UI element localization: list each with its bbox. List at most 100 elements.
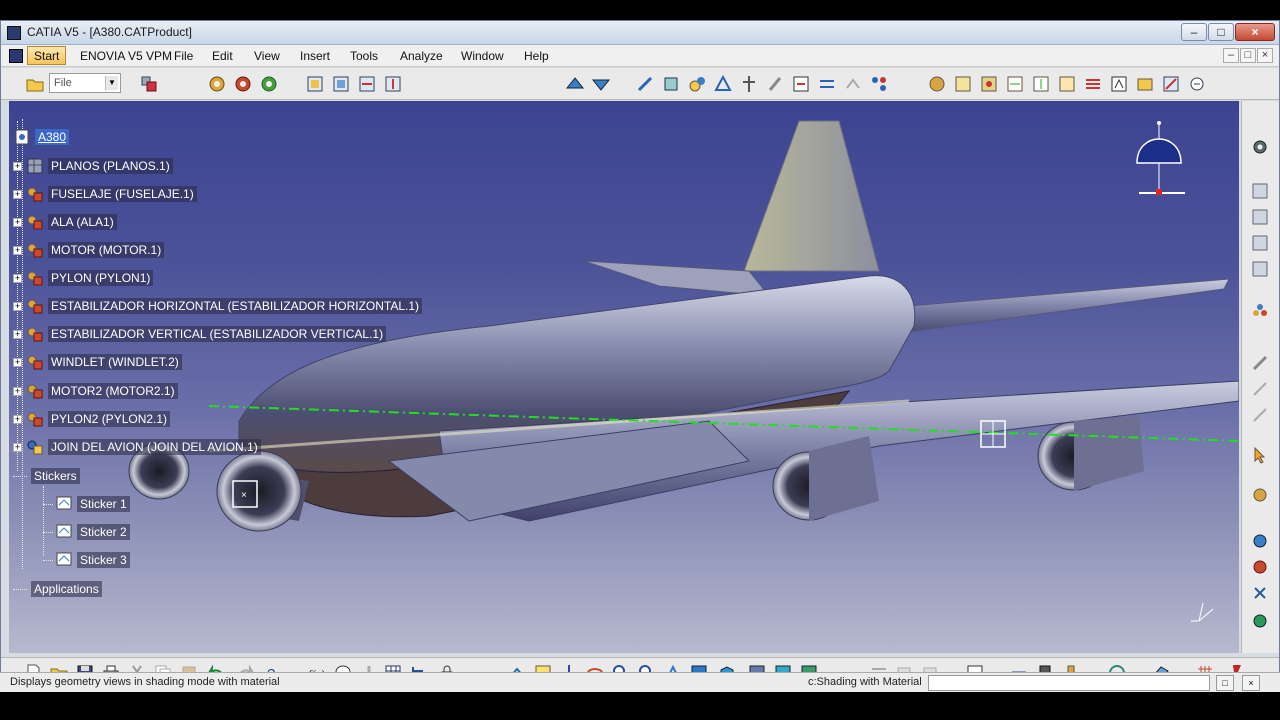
tree-node-label[interactable]: PYLON2 (PYLON2.1) [48, 411, 171, 427]
tree-node-label[interactable]: MOTOR2 (MOTOR2.1) [48, 383, 178, 399]
constraint-icon[interactable] [869, 74, 889, 94]
analysis-icon[interactable] [1250, 557, 1270, 577]
tree-node-sticker[interactable]: Sticker 2 [43, 522, 130, 542]
file-combo[interactable]: File ▼ [49, 73, 121, 93]
constraint-icon[interactable] [635, 74, 655, 94]
constraint-icon[interactable] [687, 74, 707, 94]
tree-node-label[interactable]: FUSELAJE (FUSELAJE.1) [48, 186, 197, 202]
expand-toggle[interactable]: + [13, 161, 22, 171]
expand-toggle[interactable]: + [13, 442, 22, 452]
analysis-icon[interactable] [1083, 74, 1103, 94]
analysis-icon[interactable] [1031, 74, 1051, 94]
open-folder-icon[interactable] [25, 74, 45, 94]
expand-toggle[interactable]: + [13, 245, 22, 255]
catia-logo-icon[interactable] [9, 49, 23, 63]
constraint-icon[interactable] [791, 74, 811, 94]
applications-label[interactable]: Applications [31, 581, 102, 597]
menu-analyze[interactable]: Analyze [400, 49, 443, 63]
menu-file[interactable]: File [174, 49, 193, 63]
menu-enovia[interactable]: ENOVIA V5 VPM [80, 49, 172, 63]
expand-toggle[interactable]: + [13, 301, 22, 311]
assembly-icon[interactable] [331, 74, 351, 94]
close-icon[interactable] [1250, 583, 1270, 603]
doc-restore-button[interactable]: □ [1240, 48, 1256, 63]
menu-help[interactable]: Help [524, 49, 549, 63]
close-button[interactable]: × [1235, 23, 1275, 41]
analysis-icon[interactable] [1250, 531, 1270, 551]
tree-root-label[interactable]: A380 [35, 129, 70, 145]
expand-toggle[interactable]: + [13, 357, 22, 367]
tree-node[interactable]: + PYLON2 (PYLON2.1) [13, 409, 171, 429]
product-icon[interactable] [139, 74, 159, 94]
status-button[interactable]: □ [1216, 675, 1234, 691]
menu-insert[interactable]: Insert [300, 49, 330, 63]
expand-toggle[interactable]: + [13, 414, 22, 424]
status-close-button[interactable]: × [1242, 675, 1260, 691]
analysis-icon[interactable] [953, 74, 973, 94]
constraint-icon[interactable] [817, 74, 837, 94]
measure-icon[interactable] [1250, 379, 1270, 399]
compass-icon[interactable] [1129, 121, 1189, 201]
tree-node[interactable]: + PYLON (PYLON1) [13, 268, 154, 288]
fly-icon[interactable] [565, 74, 585, 94]
analysis-icon[interactable] [1161, 74, 1181, 94]
minimize-button[interactable]: – [1181, 23, 1207, 41]
analysis-icon[interactable] [1250, 485, 1270, 505]
analysis-icon[interactable] [1005, 74, 1025, 94]
doc-close-button[interactable]: × [1257, 48, 1273, 63]
analysis-icon[interactable] [1109, 74, 1129, 94]
gear-icon[interactable] [233, 74, 253, 94]
analysis-icon[interactable] [927, 74, 947, 94]
fly-icon[interactable] [591, 74, 611, 94]
tree-node[interactable]: + JOIN DEL AVION (JOIN DEL AVION.1) [13, 437, 261, 457]
tree-node[interactable]: + FUSELAJE (FUSELAJE.1) [13, 184, 197, 204]
menu-window[interactable]: Window [461, 49, 504, 63]
chevron-down-icon[interactable]: ▼ [105, 76, 118, 90]
tree-node-label[interactable]: ESTABILIZADOR HORIZONTAL (ESTABILIZADOR … [48, 298, 423, 314]
constraint-icon[interactable] [843, 74, 863, 94]
sticker-icon[interactable] [1250, 259, 1270, 279]
tree-node[interactable]: + WINDLET (WINDLET.2) [13, 352, 182, 372]
tree-node-applications[interactable]: Applications [13, 579, 102, 599]
tree-node-stickers[interactable]: Stickers [13, 466, 80, 486]
gear-icon[interactable] [259, 74, 279, 94]
tree-node[interactable]: + PLANOS (PLANOS.1) [13, 156, 173, 176]
assembly-icon[interactable] [1250, 301, 1270, 321]
measure-icon[interactable] [1250, 353, 1270, 373]
gear-icon[interactable] [207, 74, 227, 94]
expand-toggle[interactable]: + [13, 217, 22, 227]
stickers-label[interactable]: Stickers [31, 468, 80, 484]
expand-toggle[interactable]: + [13, 386, 22, 396]
assembly-icon[interactable] [305, 74, 325, 94]
tree-node-label[interactable]: PYLON (PYLON1) [48, 270, 154, 286]
tree-node[interactable]: + ESTABILIZADOR HORIZONTAL (ESTABILIZADO… [13, 296, 423, 316]
tree-node-sticker[interactable]: Sticker 1 [43, 494, 130, 514]
expand-toggle[interactable]: + [13, 273, 22, 283]
tree-node[interactable]: + MOTOR (MOTOR.1) [13, 240, 165, 260]
doc-minimize-button[interactable]: – [1223, 48, 1239, 63]
constraint-icon[interactable] [713, 74, 733, 94]
tree-node-label[interactable]: ESTABILIZADOR VERTICAL (ESTABILIZADOR VE… [48, 326, 387, 342]
analysis-icon[interactable] [1187, 74, 1207, 94]
assembly-icon[interactable] [383, 74, 403, 94]
constraint-icon[interactable] [739, 74, 759, 94]
gear-icon[interactable] [1250, 137, 1270, 157]
assembly-icon[interactable] [357, 74, 377, 94]
tree-node[interactable]: + ESTABILIZADOR VERTICAL (ESTABILIZADOR … [13, 324, 387, 344]
measure-icon[interactable] [1250, 405, 1270, 425]
menu-start[interactable]: Start [27, 46, 67, 65]
analysis-icon[interactable] [1250, 611, 1270, 631]
menu-edit[interactable]: Edit [212, 49, 233, 63]
tree-node-label[interactable]: WINDLET (WINDLET.2) [48, 354, 182, 370]
tree-node-label[interactable]: PLANOS (PLANOS.1) [48, 158, 173, 174]
sticker-label[interactable]: Sticker 1 [77, 496, 130, 512]
sticker-label[interactable]: Sticker 3 [77, 552, 130, 568]
tree-node[interactable]: + MOTOR2 (MOTOR2.1) [13, 381, 178, 401]
analysis-icon[interactable] [1057, 74, 1077, 94]
menu-view[interactable]: View [254, 49, 280, 63]
cursor-icon[interactable] [1250, 445, 1270, 465]
analysis-icon[interactable] [979, 74, 999, 94]
command-input[interactable] [928, 675, 1210, 691]
sticker-label[interactable]: Sticker 2 [77, 524, 130, 540]
expand-toggle[interactable]: + [13, 189, 22, 199]
